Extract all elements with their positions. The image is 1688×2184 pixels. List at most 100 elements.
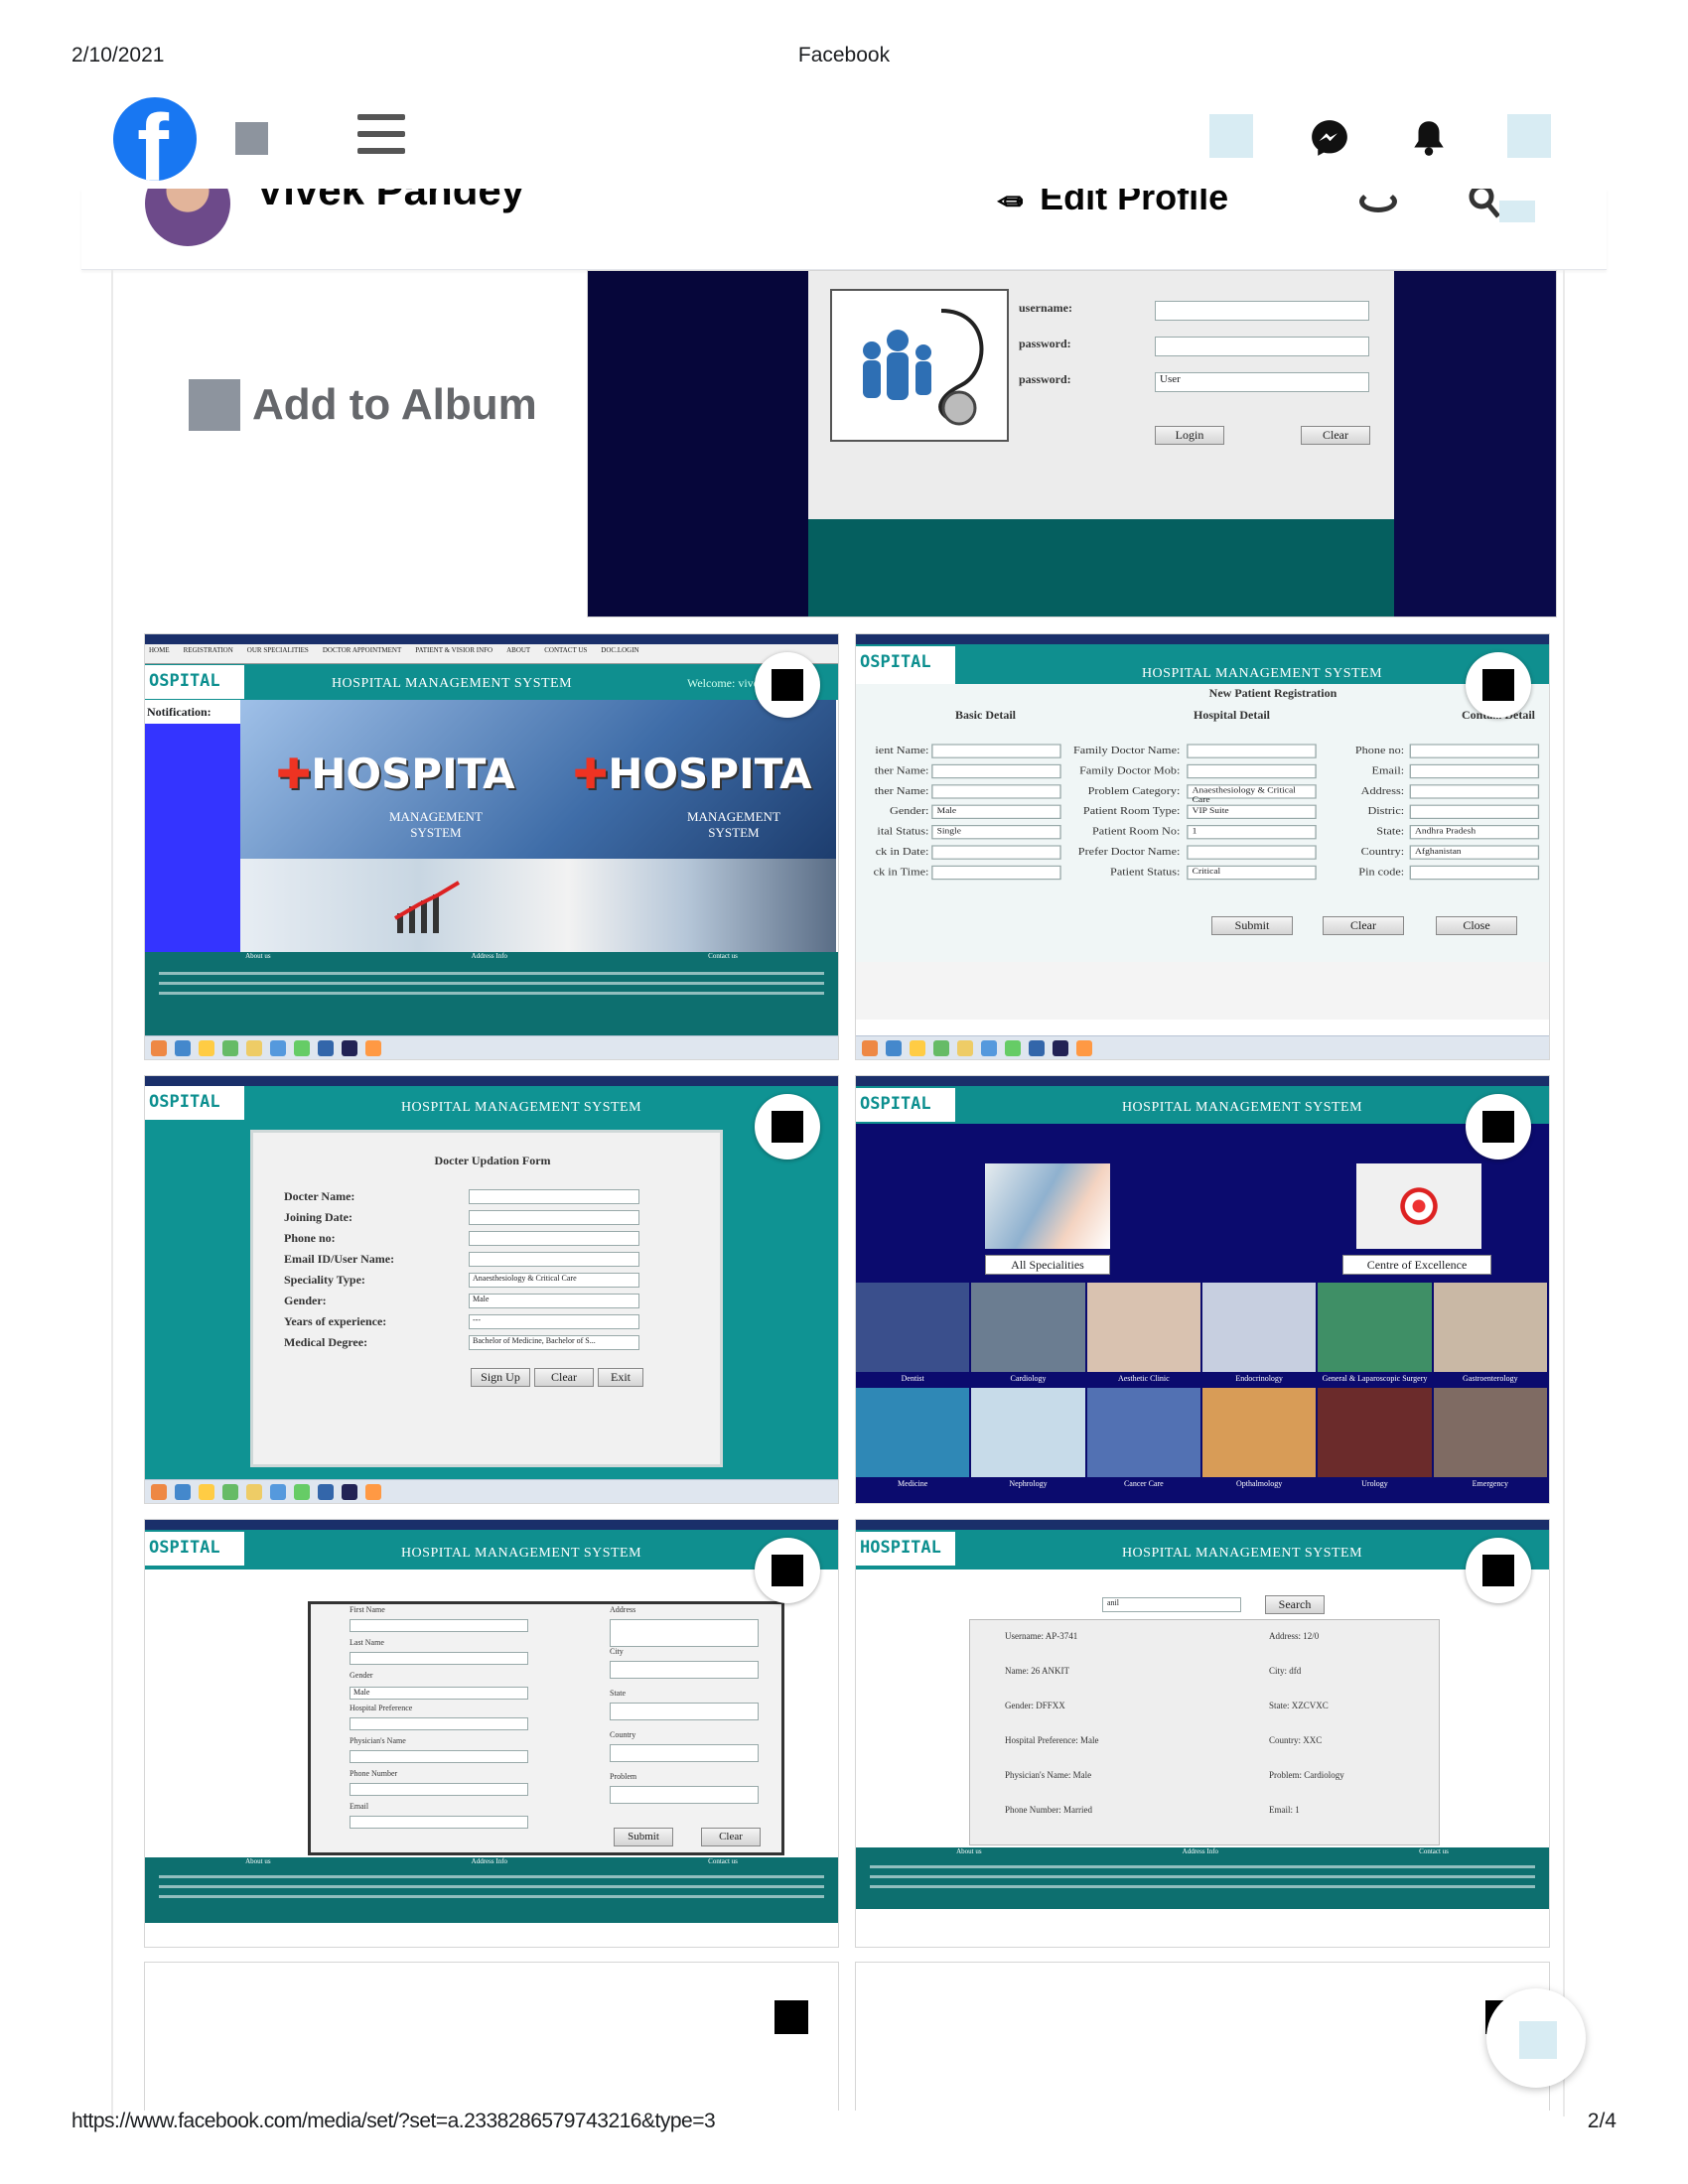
notification-bell-icon[interactable] [1408, 117, 1450, 159]
home-nav-item: CONTACT US [544, 646, 588, 654]
search-result-item: Physician's Name: Male [1005, 1770, 1092, 1780]
search-result-item: Gender: DFFXX [1005, 1701, 1065, 1710]
speciality-caption: General & Laparoscopic Surgery [1318, 1372, 1432, 1386]
doctors-image [240, 859, 836, 952]
placeholder-square-icon[interactable] [1209, 114, 1253, 158]
reg-field-value: Anaesthesiology & Critical Care [1187, 784, 1317, 805]
doc-field-value: --- [469, 1314, 639, 1329]
hamburger-menu-icon[interactable] [357, 114, 405, 160]
pencil-icon: ✎ [989, 189, 1031, 221]
doc-field-value: Male [469, 1294, 639, 1308]
photo-tile-patient-form[interactable]: OSPITAL HOSPITAL MANAGEMENT SYSTEM First… [144, 1519, 839, 1948]
reg-field-value: Andhra Pradesh [1409, 825, 1540, 840]
banner-sub: SYSTEM [410, 825, 462, 840]
placeholder-square-icon[interactable] [1507, 114, 1551, 158]
reg-field-label: ient Name: [875, 744, 929, 756]
home-nav: HOME REGISTRATION OUR SPECIALITIES DOCTO… [145, 646, 838, 662]
photo-tile-empty[interactable] [144, 1962, 839, 2111]
speciality-caption: Medicine [856, 1477, 970, 1491]
reg-field-label: Problem Category: [1087, 784, 1181, 797]
reg-field-label: Gender: [890, 804, 929, 817]
add-to-album-button[interactable]: Add to Album [189, 379, 537, 431]
select-photo-button[interactable] [755, 652, 820, 718]
photo-tile-doctor-form[interactable]: OSPITAL HOSPITAL MANAGEMENT SYSTEM Docte… [144, 1075, 839, 1504]
form-title: HOSPITAL MANAGEMENT SYSTEM [400, 1546, 642, 1561]
reg-field-value: VIP Suite [1187, 804, 1317, 819]
reg-field-label: ck in Time: [873, 865, 929, 878]
search-result-item: Problem: Cardiology [1269, 1770, 1344, 1780]
login-username-label: username: [1019, 301, 1072, 315]
search-result-item: Address: 12/0 [1269, 1631, 1320, 1641]
banner-word: HOSPITA [311, 750, 515, 798]
reg-field-value: Male [931, 804, 1061, 819]
search-icon[interactable] [1468, 189, 1501, 220]
search-result-item: State: XZCVXC [1269, 1701, 1329, 1710]
floating-action-button[interactable] [1486, 1988, 1586, 2088]
photo-tile-search[interactable]: HOSPITAL HOSPITAL MANAGEMENT SYSTEM anil… [855, 1519, 1550, 1948]
speciality-tile: Emergency [1433, 1388, 1547, 1491]
reg-field-label: ther Name: [874, 784, 929, 797]
reg-field-label: Country: [1360, 845, 1405, 858]
pf-field-input [350, 1619, 528, 1632]
doc-field-value [469, 1252, 639, 1267]
photo-tile-login[interactable]: username: password: password: User Login… [587, 270, 1557, 617]
reg-field-value: Single [931, 825, 1061, 840]
print-page-number: 2/4 [1587, 2110, 1617, 2132]
reg-field-label: Family Doctor Name: [1072, 744, 1181, 756]
search-result-item: Country: XXC [1269, 1735, 1323, 1745]
footer-head: About us [956, 1847, 982, 1855]
pf-field-label: Phone Number [350, 1769, 398, 1778]
select-photo-button[interactable] [1466, 1538, 1531, 1603]
login-role-label: password: [1019, 372, 1071, 386]
reg-field-label: ck in Date: [875, 845, 929, 858]
banner-sub: MANAGEMENT [389, 809, 483, 824]
reg-field-label: Patient Room Type: [1082, 804, 1181, 817]
search-result-item: Phone Number: Married [1005, 1805, 1092, 1815]
add-to-album-label: Add to Album [252, 380, 537, 429]
messenger-icon[interactable] [1309, 117, 1350, 159]
search-title: HOSPITAL MANAGEMENT SYSTEM [1121, 1546, 1363, 1561]
pf-field-input [610, 1786, 759, 1804]
reg-close-button: Close [1436, 916, 1517, 935]
profile-name[interactable]: Vivek Pandey [256, 189, 524, 214]
doc-form-title: Docter Updation Form [434, 1154, 551, 1167]
photo-tile-registration[interactable]: OSPITAL HOSPITAL MANAGEMENT SYSTEM New P… [855, 633, 1550, 1060]
select-photo-checkbox[interactable] [774, 2000, 808, 2034]
pf-gender-select: Male [350, 1687, 528, 1700]
pf-field-label: Gender [350, 1671, 373, 1680]
avatar[interactable] [145, 189, 230, 246]
edit-profile-button[interactable]: ✎ Edit Profile [989, 189, 1228, 220]
reg-field-label: ital Status: [877, 825, 929, 837]
search-result-item: Email: 1 [1269, 1805, 1300, 1815]
pf-field-label: Last Name [350, 1638, 384, 1647]
select-photo-button[interactable] [1466, 1094, 1531, 1160]
select-photo-button[interactable] [1466, 652, 1531, 718]
reg-field-value [1409, 744, 1540, 758]
select-photo-button[interactable] [755, 1538, 820, 1603]
spec-title: HOSPITAL MANAGEMENT SYSTEM [1121, 1100, 1363, 1115]
reg-field-value [931, 865, 1061, 881]
hospital-banner-image: ✚HOSPITA ✚HOSPITA MANAGEMENT SYSTEM MANAG… [240, 700, 836, 859]
centre-excellence-card: Centre of Excellence [1342, 1255, 1491, 1275]
reg-title: HOSPITAL MANAGEMENT SYSTEM [1141, 666, 1383, 681]
grey-square-icon[interactable] [235, 122, 268, 155]
eye-icon[interactable] [1359, 191, 1397, 212]
photo-tile-specialities[interactable]: OSPITAL HOSPITAL MANAGEMENT SYSTEM All S… [855, 1075, 1550, 1504]
photo-tile-home[interactable]: HOME REGISTRATION OUR SPECIALITIES DOCTO… [144, 633, 839, 1060]
reg-field-value [1187, 763, 1317, 779]
login-button: Login [1155, 426, 1224, 445]
add-album-square-icon [189, 379, 240, 431]
placeholder-square-icon[interactable] [1499, 201, 1535, 222]
login-role-select: User [1155, 372, 1369, 392]
home-nav-item: OUR SPECIALITIES [246, 646, 309, 654]
facebook-logo[interactable]: f [113, 97, 197, 181]
reg-field-label: Distric: [1367, 804, 1405, 817]
doc-title: HOSPITAL MANAGEMENT SYSTEM [400, 1100, 642, 1115]
footer-head: Contact us [708, 1857, 738, 1865]
banner-sub: SYSTEM [708, 825, 760, 840]
profile-header: Vivek Pandey ✎ Edit Profile [81, 189, 1607, 270]
home-notification: Notification: [145, 700, 240, 724]
select-photo-button[interactable] [755, 1094, 820, 1160]
pf-field-input [350, 1783, 528, 1796]
photo-tile-empty[interactable] [855, 1962, 1550, 2111]
